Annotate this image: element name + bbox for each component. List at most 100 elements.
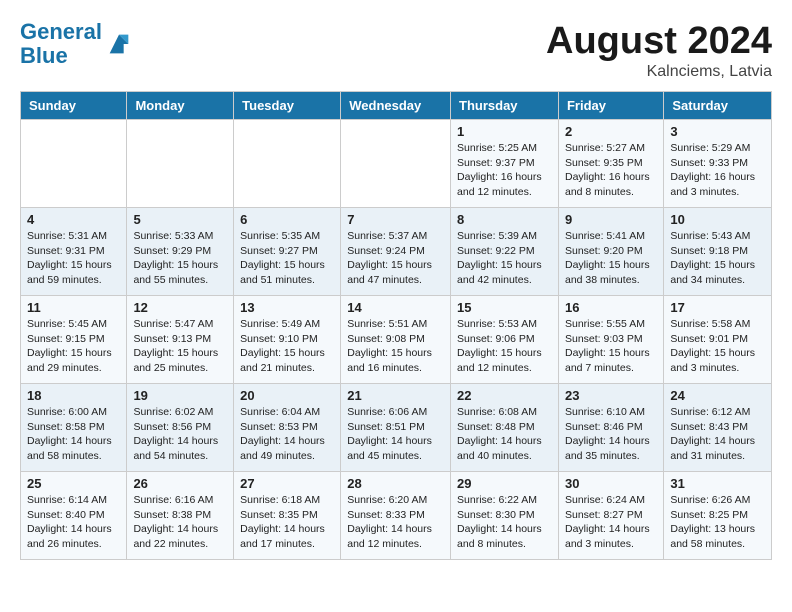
day-number: 6 (240, 212, 334, 227)
title-block: August 2024 Kalnciems, Latvia (546, 20, 772, 81)
calendar-cell: 23 Sunrise: 6:10 AM Sunset: 8:46 PM Dayli… (558, 384, 663, 472)
day-number: 11 (27, 300, 120, 315)
day-number: 24 (670, 388, 765, 403)
calendar-cell: 5 Sunrise: 5:33 AM Sunset: 9:29 PM Daylig… (127, 208, 234, 296)
day-number: 2 (565, 124, 657, 139)
calendar-cell: 19Sunrise: 6:02 AM Sunset: 8:56 PM Dayli… (127, 384, 234, 472)
calendar-week-5: 25 Sunrise: 6:14 AM Sunset: 8:40 PM Dayli… (21, 472, 772, 560)
day-info: Sunrise: 5:31 AM Sunset: 9:31 PM Dayligh… (27, 229, 120, 288)
calendar-cell: 9 Sunrise: 5:41 AM Sunset: 9:20 PM Daylig… (558, 208, 663, 296)
day-number: 14 (347, 300, 444, 315)
calendar-cell: 14 Sunrise: 5:51 AM Sunset: 9:08 PM Dayli… (341, 296, 451, 384)
calendar-cell: 16 Sunrise: 5:55 AM Sunset: 9:03 PM Dayli… (558, 296, 663, 384)
calendar-cell: 2 Sunrise: 5:27 AM Sunset: 9:35 PM Daylig… (558, 120, 663, 208)
day-info: Sunrise: 6:04 AM Sunset: 8:53 PM Dayligh… (240, 405, 334, 464)
day-number: 25 (27, 476, 120, 491)
day-info: Sunrise: 6:00 AM Sunset: 8:58 PM Dayligh… (27, 405, 120, 464)
day-info: Sunrise: 6:20 AM Sunset: 8:33 PM Dayligh… (347, 493, 444, 552)
day-info: Sunrise: 6:12 AM Sunset: 8:43 PM Dayligh… (670, 405, 765, 464)
day-number: 30 (565, 476, 657, 491)
calendar-cell: 12 Sunrise: 5:47 AM Sunset: 9:13 PM Dayli… (127, 296, 234, 384)
day-number: 19 (133, 388, 227, 403)
day-number: 7 (347, 212, 444, 227)
weekday-header-tuesday: Tuesday (234, 92, 341, 120)
calendar-cell (127, 120, 234, 208)
calendar-cell: 26Sunrise: 6:16 AM Sunset: 8:38 PM Dayli… (127, 472, 234, 560)
calendar-cell: 27 Sunrise: 6:18 AM Sunset: 8:35 PM Dayli… (234, 472, 341, 560)
logo: General Blue (20, 20, 133, 68)
calendar-table: SundayMondayTuesdayWednesdayThursdayFrid… (20, 91, 772, 560)
calendar-cell: 21Sunrise: 6:06 AM Sunset: 8:51 PM Dayli… (341, 384, 451, 472)
day-number: 8 (457, 212, 552, 227)
calendar-cell: 7Sunrise: 5:37 AM Sunset: 9:24 PM Daylig… (341, 208, 451, 296)
calendar-cell: 28 Sunrise: 6:20 AM Sunset: 8:33 PM Dayli… (341, 472, 451, 560)
day-number: 22 (457, 388, 552, 403)
calendar-week-2: 4Sunrise: 5:31 AM Sunset: 9:31 PM Daylig… (21, 208, 772, 296)
day-info: Sunrise: 6:16 AM Sunset: 8:38 PM Dayligh… (133, 493, 227, 552)
calendar-cell: 10 Sunrise: 5:43 AM Sunset: 9:18 PM Dayli… (664, 208, 772, 296)
location: Kalnciems, Latvia (546, 63, 772, 81)
day-info: Sunrise: 5:29 AM Sunset: 9:33 PM Dayligh… (670, 141, 765, 200)
calendar-cell: 11 Sunrise: 5:45 AM Sunset: 9:15 PM Dayli… (21, 296, 127, 384)
calendar-cell: 13 Sunrise: 5:49 AM Sunset: 9:10 PM Dayli… (234, 296, 341, 384)
day-number: 28 (347, 476, 444, 491)
logo-text: General Blue (20, 20, 102, 68)
day-number: 10 (670, 212, 765, 227)
day-info: Sunrise: 5:53 AM Sunset: 9:06 PM Dayligh… (457, 317, 552, 376)
day-info: Sunrise: 6:10 AM Sunset: 8:46 PM Dayligh… (565, 405, 657, 464)
day-number: 5 (133, 212, 227, 227)
weekday-header-saturday: Saturday (664, 92, 772, 120)
day-number: 3 (670, 124, 765, 139)
day-info: Sunrise: 6:26 AM Sunset: 8:25 PM Dayligh… (670, 493, 765, 552)
month-title: August 2024 (546, 20, 772, 63)
calendar-cell: 31Sunrise: 6:26 AM Sunset: 8:25 PM Dayli… (664, 472, 772, 560)
day-number: 21 (347, 388, 444, 403)
page-header: General Blue August 2024 Kalnciems, Latv… (20, 20, 772, 81)
calendar-cell: 17Sunrise: 5:58 AM Sunset: 9:01 PM Dayli… (664, 296, 772, 384)
day-info: Sunrise: 5:43 AM Sunset: 9:18 PM Dayligh… (670, 229, 765, 288)
calendar-cell: 1Sunrise: 5:25 AM Sunset: 9:37 PM Daylig… (451, 120, 559, 208)
day-info: Sunrise: 6:22 AM Sunset: 8:30 PM Dayligh… (457, 493, 552, 552)
day-number: 12 (133, 300, 227, 315)
day-number: 18 (27, 388, 120, 403)
day-number: 15 (457, 300, 552, 315)
day-number: 13 (240, 300, 334, 315)
day-info: Sunrise: 5:49 AM Sunset: 9:10 PM Dayligh… (240, 317, 334, 376)
day-info: Sunrise: 5:45 AM Sunset: 9:15 PM Dayligh… (27, 317, 120, 376)
calendar-cell: 30Sunrise: 6:24 AM Sunset: 8:27 PM Dayli… (558, 472, 663, 560)
calendar-cell: 20Sunrise: 6:04 AM Sunset: 8:53 PM Dayli… (234, 384, 341, 472)
day-info: Sunrise: 5:51 AM Sunset: 9:08 PM Dayligh… (347, 317, 444, 376)
calendar-week-3: 11 Sunrise: 5:45 AM Sunset: 9:15 PM Dayli… (21, 296, 772, 384)
calendar-cell: 6 Sunrise: 5:35 AM Sunset: 9:27 PM Daylig… (234, 208, 341, 296)
day-info: Sunrise: 5:47 AM Sunset: 9:13 PM Dayligh… (133, 317, 227, 376)
calendar-cell: 22Sunrise: 6:08 AM Sunset: 8:48 PM Dayli… (451, 384, 559, 472)
calendar-cell: 4Sunrise: 5:31 AM Sunset: 9:31 PM Daylig… (21, 208, 127, 296)
day-info: Sunrise: 5:55 AM Sunset: 9:03 PM Dayligh… (565, 317, 657, 376)
calendar-cell (341, 120, 451, 208)
calendar-cell: 25 Sunrise: 6:14 AM Sunset: 8:40 PM Dayli… (21, 472, 127, 560)
calendar-cell: 29Sunrise: 6:22 AM Sunset: 8:30 PM Dayli… (451, 472, 559, 560)
weekday-header-row: SundayMondayTuesdayWednesdayThursdayFrid… (21, 92, 772, 120)
calendar-cell (234, 120, 341, 208)
weekday-header-monday: Monday (127, 92, 234, 120)
logo-line2: Blue (20, 43, 68, 68)
calendar-cell: 15 Sunrise: 5:53 AM Sunset: 9:06 PM Dayli… (451, 296, 559, 384)
day-info: Sunrise: 5:27 AM Sunset: 9:35 PM Dayligh… (565, 141, 657, 200)
calendar-cell: 3 Sunrise: 5:29 AM Sunset: 9:33 PM Daylig… (664, 120, 772, 208)
calendar-week-4: 18 Sunrise: 6:00 AM Sunset: 8:58 PM Dayli… (21, 384, 772, 472)
day-info: Sunrise: 5:35 AM Sunset: 9:27 PM Dayligh… (240, 229, 334, 288)
day-number: 9 (565, 212, 657, 227)
weekday-header-wednesday: Wednesday (341, 92, 451, 120)
day-info: Sunrise: 6:14 AM Sunset: 8:40 PM Dayligh… (27, 493, 120, 552)
day-number: 23 (565, 388, 657, 403)
day-number: 16 (565, 300, 657, 315)
logo-icon (105, 30, 133, 58)
day-number: 17 (670, 300, 765, 315)
day-info: Sunrise: 5:33 AM Sunset: 9:29 PM Dayligh… (133, 229, 227, 288)
calendar-cell: 24 Sunrise: 6:12 AM Sunset: 8:43 PM Dayli… (664, 384, 772, 472)
day-info: Sunrise: 6:18 AM Sunset: 8:35 PM Dayligh… (240, 493, 334, 552)
day-info: Sunrise: 5:25 AM Sunset: 9:37 PM Dayligh… (457, 141, 552, 200)
calendar-cell (21, 120, 127, 208)
day-info: Sunrise: 5:41 AM Sunset: 9:20 PM Dayligh… (565, 229, 657, 288)
day-number: 27 (240, 476, 334, 491)
